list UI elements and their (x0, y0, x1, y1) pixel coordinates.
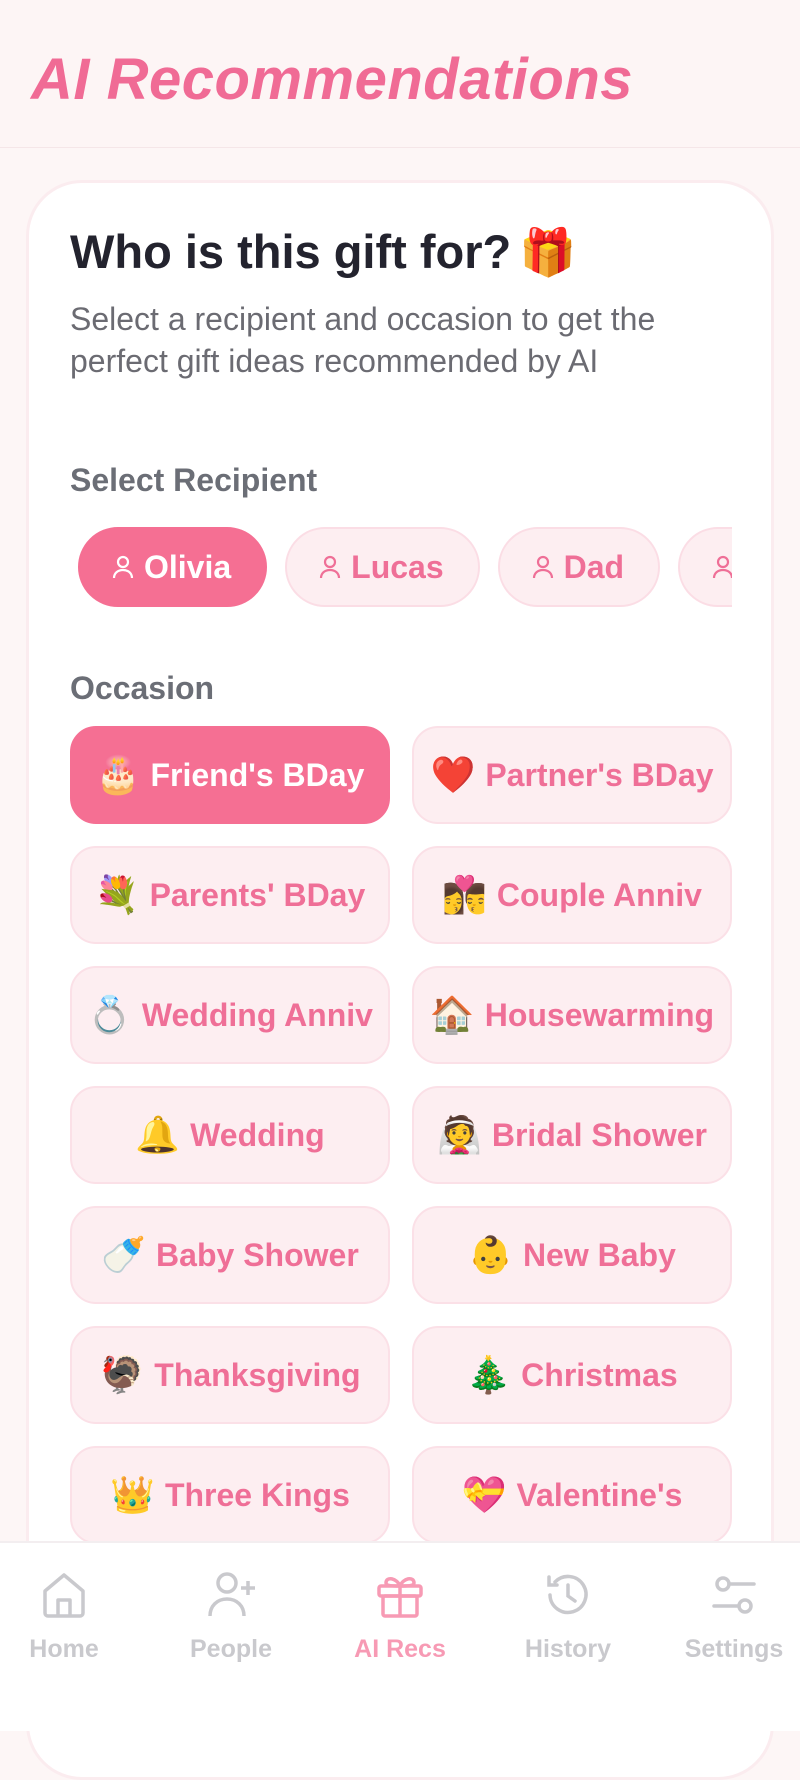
occasion-new-baby[interactable]: 👶 New Baby (412, 1206, 732, 1304)
occasion-grid: 🎂 Friend's BDay ❤️ Partner's BDay 💐 Parents… (70, 726, 732, 1544)
person-icon (712, 555, 732, 579)
recipient-track: Olivia Lucas Dad (70, 527, 732, 607)
turkey-icon: 🦃 (99, 1354, 145, 1395)
recipient-section-label: Select Recipient (70, 462, 318, 498)
tab-label: History (524, 1635, 612, 1663)
app-header: AI Recommendations (0, 0, 800, 148)
occasion-thanksgiving[interactable]: 🦃 Thanksgiving (70, 1326, 390, 1424)
occasion-label: Friend's BDay (150, 756, 365, 793)
add-person-icon (208, 1572, 255, 1617)
occasion-three-kings[interactable]: 👑 Three Kings (70, 1446, 390, 1544)
recipient-chip-lucas[interactable]: Lucas (285, 527, 480, 607)
person-icon (320, 555, 341, 579)
recipient-chip-dad[interactable]: Dad (497, 527, 661, 607)
house-icon: 🏠 (429, 994, 475, 1035)
tab-label: AI Recs (354, 1635, 446, 1663)
bell-icon: 🔔 (135, 1114, 181, 1155)
occasion-label: Bridal Shower (491, 1116, 707, 1153)
occasion-label: Baby Shower (156, 1236, 359, 1273)
occasion-label: Couple Anniv (496, 876, 702, 913)
occasion-label: Parents' BDay (149, 876, 366, 913)
heart-gift-icon: 💝 (461, 1474, 507, 1515)
bride-icon: 👰 (437, 1114, 482, 1155)
tab-label: Settings (684, 1635, 784, 1663)
cake-icon: 🎂 (95, 754, 141, 795)
occasion-label: Three Kings (164, 1476, 350, 1513)
occasion-friends-bday[interactable]: 🎂 Friend's BDay (70, 726, 390, 824)
occasion-christmas[interactable]: 🎄 Christmas (412, 1326, 732, 1424)
card-title: Who is this gift for? 🎁 (70, 224, 576, 280)
occasion-label: Partner's BDay (485, 756, 714, 793)
recipient-chip[interactable] (678, 527, 732, 607)
occasion-label: Thanksgiving (154, 1356, 361, 1393)
card-subtitle: Select a recipient and occasion to get t… (70, 301, 656, 379)
occasion-wedding[interactable]: 🔔 Wedding (70, 1086, 390, 1184)
tab-settings[interactable]: Settings (664, 1569, 800, 1689)
gift-icon (377, 1577, 423, 1618)
ring-icon: 💍 (87, 994, 132, 1035)
couple-icon: 👩‍❤️‍💋‍👨 (442, 874, 487, 915)
occasion-bridal-shower[interactable]: 👰 Bridal Shower (412, 1086, 732, 1184)
occasion-parents-bday[interactable]: 💐 Parents' BDay (70, 846, 390, 944)
occasion-housewarming[interactable]: 🏠 Housewarming (412, 966, 732, 1064)
tab-ai-recs[interactable]: AI Recs (330, 1569, 470, 1689)
recipient-scroller[interactable]: Olivia Lucas Dad (70, 520, 732, 610)
card-title-text: Who is this gift for? (70, 225, 512, 278)
occasion-label: Christmas (521, 1356, 678, 1393)
occasion-label: Wedding (190, 1116, 325, 1153)
occasion-wedding-anniv[interactable]: 💍 Wedding Anniv (70, 966, 390, 1064)
gift-emoji-icon: 🎁 (519, 226, 577, 278)
baby-icon: 👶 (468, 1234, 513, 1275)
recipient-name: Lucas (351, 548, 444, 585)
heart-icon: ❤️ (430, 754, 476, 795)
occasion-section-label: Occasion (70, 670, 215, 706)
tab-label: People (190, 1635, 272, 1663)
bouquet-icon: 💐 (94, 874, 140, 915)
christmas-tree-icon: 🎄 (466, 1354, 512, 1395)
tab-history[interactable]: History (498, 1569, 638, 1689)
occasion-label: New Baby (522, 1236, 676, 1273)
occasion-label: Housewarming (484, 996, 715, 1033)
occasion-baby-shower[interactable]: 🍼 Baby Shower (70, 1206, 390, 1304)
sliders-icon (712, 1576, 756, 1614)
recipient-name: Olivia (144, 548, 232, 585)
tab-home[interactable]: Home (0, 1569, 134, 1689)
home-icon (43, 1573, 85, 1618)
history-icon (547, 1574, 588, 1615)
recipient-chip-olivia[interactable]: Olivia (78, 527, 268, 607)
baby-bottle-icon: 🍼 (101, 1234, 147, 1275)
page-title: AI Recommendations (31, 47, 633, 112)
recipient-name: Dad (563, 548, 625, 585)
occasion-label: Wedding Anniv (141, 996, 373, 1033)
tab-people[interactable]: People (161, 1569, 301, 1689)
occasion-couple-anniv[interactable]: 👩‍❤️‍💋‍👨 Couple Anniv (412, 846, 732, 944)
tab-label: Home (29, 1635, 99, 1663)
person-icon (112, 555, 134, 579)
occasion-label: Valentine's (516, 1476, 683, 1513)
occasion-partners-bday[interactable]: ❤️ Partner's BDay (412, 726, 732, 824)
person-icon (532, 555, 553, 579)
occasion-valentines[interactable]: 💝 Valentine's (412, 1446, 732, 1544)
crown-icon: 👑 (110, 1474, 155, 1515)
bottom-tab-bar: Home People AI Recs History Settings (0, 1541, 800, 1731)
